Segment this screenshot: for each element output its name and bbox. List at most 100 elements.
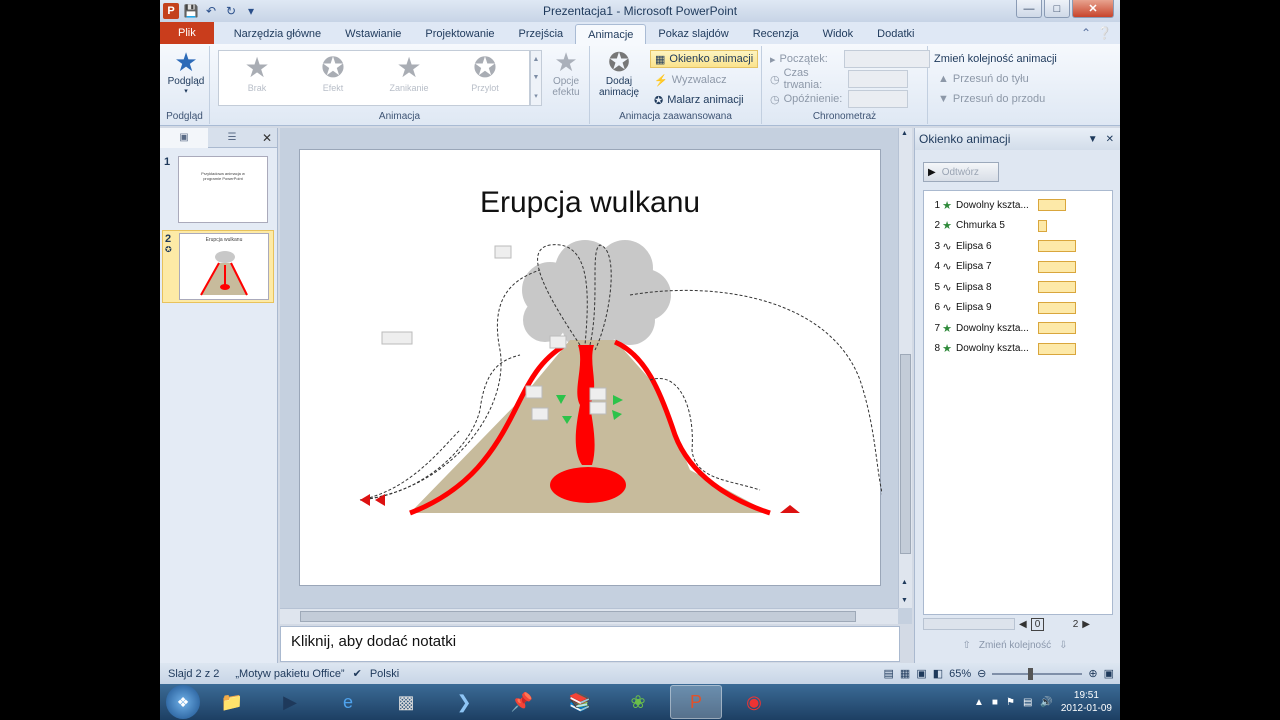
slideshow-view-icon[interactable]: ◧	[933, 667, 943, 680]
volcano-illustration[interactable]	[300, 150, 882, 587]
powerpoint-taskbar-icon[interactable]: P	[670, 685, 722, 719]
tab-animations[interactable]: Animacje	[575, 24, 647, 44]
zoom-level[interactable]: 65%	[949, 668, 971, 680]
tab-insert[interactable]: Wstawianie	[333, 24, 413, 44]
animation-timing-bar[interactable]	[1038, 260, 1076, 273]
add-animation-button[interactable]: ✪ Dodaj animację	[594, 48, 644, 98]
zoom-in-icon[interactable]: ⊕	[1088, 667, 1097, 680]
fit-to-window-icon[interactable]: ▣	[1104, 667, 1114, 680]
close-panel-icon[interactable]: ✕	[257, 131, 277, 145]
tab-transitions[interactable]: Przejścia	[507, 24, 576, 44]
animation-item[interactable]: 1 ★ Dowolny kszta...	[924, 195, 1110, 215]
network-icon[interactable]: ▤	[1023, 697, 1032, 708]
language[interactable]: Polski	[362, 668, 407, 680]
zoom-out-icon[interactable]: ⊖	[977, 667, 986, 680]
outline-tab-icon[interactable]: ☰	[208, 128, 256, 148]
move-later-button[interactable]: ▼ Przesuń do przodu	[938, 90, 1045, 108]
animation-timing-bar[interactable]	[1038, 281, 1076, 293]
theme-name[interactable]: „Motyw pakietu Office”	[227, 668, 352, 680]
plant-app-icon[interactable]: ❀	[612, 685, 664, 719]
reading-view-icon[interactable]: ▣	[916, 667, 926, 680]
minimize-ribbon-icon[interactable]: ⌃	[1081, 26, 1091, 40]
vertical-scroll-thumb[interactable]	[900, 354, 911, 554]
delay-field[interactable]: ◷ Opóźnienie:	[770, 90, 908, 108]
timeline-scroll[interactable]	[923, 618, 1015, 630]
close-button[interactable]: ✕	[1072, 0, 1114, 18]
gallery-scrollbar[interactable]: ▲ ▼ ▾	[530, 50, 542, 106]
prev-slide-icon[interactable]: ▲	[901, 579, 908, 586]
horizontal-scroll-thumb[interactable]	[300, 611, 856, 622]
animation-item[interactable]: 8 ★ Dowolny kszta...	[924, 339, 1110, 359]
save-icon[interactable]: 💾	[183, 3, 199, 19]
move-up-icon[interactable]: ⇧	[962, 640, 970, 651]
animation-item[interactable]: 2 ★ Chmurka 5	[924, 216, 1110, 236]
zoom-slider[interactable]	[992, 667, 1083, 680]
animation-item[interactable]: 4 ∿ Elipsa 7	[924, 257, 1110, 277]
scroll-down-icon[interactable]: ▼	[533, 74, 540, 81]
timeline[interactable]: ◀ 0 2 ▶	[923, 616, 1113, 632]
help-icon[interactable]: ❔	[1097, 26, 1112, 40]
slide-sorter-icon[interactable]: ▦	[900, 667, 910, 680]
slide-thumbnail-2[interactable]: 2 ✪ Erupcja wulkanu	[162, 230, 274, 303]
explorer-icon[interactable]: 📁	[206, 685, 258, 719]
pane-options-icon[interactable]: ▼	[1088, 134, 1098, 145]
tab-file[interactable]: Plik	[160, 22, 214, 44]
tray-app-icon[interactable]: ■	[992, 697, 998, 708]
trigger-button[interactable]: ⚡ Wyzwalacz	[654, 71, 727, 89]
tab-slideshow[interactable]: Pokaz slajdów	[646, 24, 740, 44]
spellcheck-icon[interactable]: ✔	[353, 667, 362, 680]
zoom-slider-thumb[interactable]	[1028, 667, 1034, 680]
effect-options-button[interactable]: ★ Opcje efektu	[546, 48, 586, 98]
tray-arrow-icon[interactable]: ▲	[974, 697, 984, 708]
gallery-item-none[interactable]: ★ Brak	[219, 51, 295, 105]
animation-timing-bar[interactable]	[1038, 301, 1076, 314]
move-down-icon[interactable]: ⇩	[1059, 640, 1067, 651]
vertical-scrollbar[interactable]: ▲ ▲ ▼	[898, 128, 912, 608]
animation-timing-bar[interactable]	[1038, 240, 1076, 252]
start-combo[interactable]	[843, 50, 930, 68]
maximize-button[interactable]: □	[1044, 0, 1070, 18]
tab-review[interactable]: Recenzja	[741, 24, 811, 44]
slide-canvas[interactable]: Erupcja wulkanu	[299, 149, 882, 587]
gallery-more-icon[interactable]: ▾	[534, 92, 538, 100]
animation-item[interactable]: 7 ★ Dowolny kszta...	[924, 318, 1110, 338]
media-player-icon[interactable]: ▶	[264, 685, 316, 719]
undo-icon[interactable]: ↶	[203, 3, 219, 19]
notes-area[interactable]: Kliknij, aby dodać notatki	[280, 626, 900, 662]
start-button[interactable]: ❖	[166, 685, 200, 719]
duration-input[interactable]	[847, 70, 908, 88]
slides-tab-icon[interactable]: ▣	[160, 127, 208, 148]
timeline-left-icon[interactable]: ◀	[1019, 619, 1027, 630]
volume-icon[interactable]: 🔊	[1040, 697, 1052, 708]
animation-timing-bar[interactable]	[1038, 199, 1066, 211]
clock[interactable]: 19:51 2012-01-09	[1061, 689, 1112, 715]
gallery-item-fly-in[interactable]: ✪ Przylot	[447, 51, 523, 105]
archive-icon[interactable]: 📚	[554, 685, 606, 719]
smoke-cloud[interactable]	[522, 240, 671, 353]
recorder-icon[interactable]: ◉	[728, 685, 780, 719]
tab-home[interactable]: Narzędzia główne	[222, 24, 333, 44]
animation-item[interactable]: 3 ∿ Elipsa 6	[924, 236, 1110, 256]
animation-pane-button[interactable]: ▦ Okienko animacji	[650, 50, 759, 68]
tab-view[interactable]: Widok	[811, 24, 866, 44]
animation-timing-bar[interactable]	[1038, 219, 1047, 232]
gallery-item-effect[interactable]: ✪ Efekt	[295, 51, 371, 105]
start-field[interactable]: ▸ Początek:	[770, 50, 930, 68]
redo-icon[interactable]: ↻	[223, 3, 239, 19]
delay-input[interactable]	[847, 90, 908, 108]
pane-close-icon[interactable]: ✕	[1106, 134, 1114, 145]
preview-button[interactable]: ★ Podgląd ▾	[164, 48, 208, 95]
animation-painter-button[interactable]: ✪ Malarz animacji	[654, 91, 744, 109]
magma-chamber[interactable]	[550, 467, 626, 503]
next-slide-icon[interactable]: ▼	[901, 597, 908, 604]
scroll-up-icon[interactable]: ▲	[901, 130, 908, 137]
animation-timing-bar[interactable]	[1038, 322, 1076, 334]
flag-icon[interactable]: ⚑	[1006, 697, 1015, 708]
internet-explorer-icon[interactable]: e	[322, 685, 374, 719]
scroll-up-icon[interactable]: ▲	[533, 56, 540, 63]
animation-timing-bar[interactable]	[1038, 342, 1076, 355]
animation-item[interactable]: 6 ∿ Elipsa 9	[924, 298, 1110, 318]
customize-qat-icon[interactable]: ▾	[243, 3, 259, 19]
powershell-icon[interactable]: ❯	[438, 685, 490, 719]
minimize-button[interactable]: —	[1016, 0, 1042, 18]
